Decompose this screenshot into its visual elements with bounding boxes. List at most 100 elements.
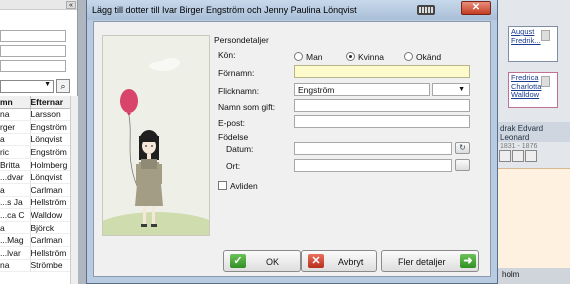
table-row[interactable]: a Carlman <box>0 183 71 197</box>
cell-lastname: Hellström <box>30 196 71 210</box>
person-silhouette-icon <box>541 30 550 41</box>
married-name-label: Namn som gift: <box>218 102 276 112</box>
gender-option-okand[interactable]: Okänd <box>416 52 441 62</box>
dialog-content: Persondetaljer Kön: Man Kvinna Okänd För… <box>93 21 491 277</box>
cell-lastname: Lönqvist <box>30 170 71 185</box>
gender-option-kvinna[interactable]: Kvinna <box>358 52 384 62</box>
column-header-lastname[interactable]: Efternar <box>30 96 71 109</box>
cell-firstname: Britta <box>0 158 31 172</box>
person-silhouette-icon <box>541 76 550 87</box>
maiden-name-dropdown[interactable]: ▼ <box>432 83 470 96</box>
table-row[interactable]: a Lönqvist <box>0 133 71 147</box>
cell-firstname: ric <box>0 145 31 159</box>
deceased-checkbox[interactable] <box>218 181 227 190</box>
calendar-icon[interactable]: ↻ <box>455 142 470 154</box>
more-details-label: Fler detaljer <box>398 257 446 267</box>
add-daughter-dialog: Lägg till dotter till Ivar Birger Engstr… <box>86 0 498 284</box>
check-icon: ✓ <box>230 254 246 268</box>
cancel-button-label: Avbryt <box>338 257 364 267</box>
table-row[interactable]: ric Engström <box>0 145 71 159</box>
cell-lastname: Strömbe <box>30 259 71 273</box>
cell-lastname: Carlman <box>30 183 71 197</box>
edit-icon[interactable] <box>499 150 511 162</box>
table-row[interactable]: dvar... Lönqvist <box>0 170 71 185</box>
x-icon: ✕ <box>308 254 324 268</box>
search-field-1[interactable] <box>0 30 66 42</box>
cell-firstname: a <box>0 133 31 147</box>
dialog-titlebar[interactable]: Lägg till dotter till Ivar Birger Engstr… <box>87 0 497 20</box>
arrow-right-icon: ➜ <box>460 254 476 268</box>
gender-option-man[interactable]: Man <box>306 52 323 62</box>
person-card-mother[interactable]: Fredrica Charlotta Walldow <box>508 72 558 108</box>
person-card-name: Fredrica Charlotta Walldow <box>511 73 542 99</box>
cell-lastname: Walldow <box>30 208 71 222</box>
table-row[interactable]: ca C... Walldow <box>0 208 71 222</box>
cell-firstname: na <box>0 108 31 122</box>
birth-date-label: Datum: <box>226 144 254 154</box>
chevron-down-icon: ▼ <box>458 86 465 93</box>
gender-label: Kön: <box>218 50 236 60</box>
illustration-svg <box>103 36 209 235</box>
table-row[interactable]: s Ja... Hellström <box>0 196 71 210</box>
media-icon[interactable] <box>512 150 524 162</box>
cell-firstname: s Ja... <box>0 196 31 210</box>
table-row[interactable]: a Björck <box>0 221 71 235</box>
birth-place-field[interactable] <box>294 159 452 172</box>
more-details-button[interactable]: Fler detaljer ➜ <box>381 250 479 272</box>
person-details-panel <box>498 168 570 268</box>
gender-radio-kvinna[interactable] <box>346 52 355 61</box>
table-row[interactable]: lvar... Hellström <box>0 246 71 260</box>
source-icon[interactable] <box>525 150 537 162</box>
first-name-field[interactable] <box>294 65 470 78</box>
cell-firstname: a <box>0 183 31 197</box>
birth-label: Födelse <box>218 132 249 142</box>
person-toolbar <box>498 150 570 164</box>
column-header-firstname[interactable]: mn <box>0 96 31 109</box>
cell-lastname: Larsson <box>30 108 71 122</box>
maiden-name-field[interactable]: Engström <box>294 83 430 96</box>
place-picker-button[interactable] <box>455 159 470 171</box>
cell-lastname: Björck <box>30 221 71 235</box>
gender-radio-man[interactable] <box>294 52 303 61</box>
ok-button[interactable]: ✓ OK <box>223 250 301 272</box>
section-title: Persondetaljer <box>214 35 269 45</box>
background-status: holm <box>498 268 570 284</box>
table-row[interactable]: rger Engström <box>0 120 71 134</box>
table-row[interactable]: Britta Holmberg <box>0 158 71 172</box>
email-field[interactable] <box>294 115 470 128</box>
table-row[interactable]: na Larsson <box>0 108 71 122</box>
gender-radio-okand[interactable] <box>404 52 413 61</box>
birth-date-field[interactable] <box>294 142 452 155</box>
person-card-name: August Fredrik... <box>511 27 541 45</box>
dialog-title: Lägg till dotter till Ivar Birger Engstr… <box>92 5 357 15</box>
cell-lastname: Engström <box>30 145 71 159</box>
background-status-text: holm <box>502 270 520 279</box>
cell-firstname: Mag... <box>0 233 31 248</box>
chevron-down-icon: ▼ <box>44 81 51 88</box>
keyboard-icon[interactable] <box>417 5 435 15</box>
search-icon[interactable]: ⌕ <box>56 79 70 93</box>
filter-combo[interactable]: ▼ <box>0 80 54 93</box>
cell-firstname: lvar... <box>0 246 31 260</box>
cancel-button[interactable]: ✕ Avbryt <box>301 250 377 272</box>
birth-place-label: Ort: <box>226 161 241 171</box>
collapse-panel-button[interactable]: « <box>66 1 76 9</box>
table-scrollbar[interactable] <box>70 96 78 284</box>
search-field-2[interactable] <box>0 45 66 57</box>
married-name-field[interactable] <box>294 99 470 112</box>
ok-button-label: OK <box>266 257 280 267</box>
cell-firstname: na <box>0 259 31 273</box>
cell-firstname: rger <box>0 120 31 134</box>
close-button[interactable]: ✕ <box>461 1 491 15</box>
search-field-3[interactable] <box>0 60 66 72</box>
cell-firstname: ca C... <box>0 208 31 222</box>
person-card-father[interactable]: August Fredrik... <box>508 26 558 62</box>
cell-lastname: Holmberg <box>30 158 71 172</box>
first-name-label: Förnamn: <box>218 68 255 78</box>
cell-lastname: Lönqvist <box>30 133 71 147</box>
cell-lastname: Engström <box>30 120 71 134</box>
table-row[interactable]: Mag... Carlman <box>0 233 71 248</box>
cell-lastname: Carlman <box>30 233 71 248</box>
selected-person-name: drak Edvard Leonard <box>500 124 544 142</box>
table-row[interactable]: na Strömbe <box>0 259 71 273</box>
